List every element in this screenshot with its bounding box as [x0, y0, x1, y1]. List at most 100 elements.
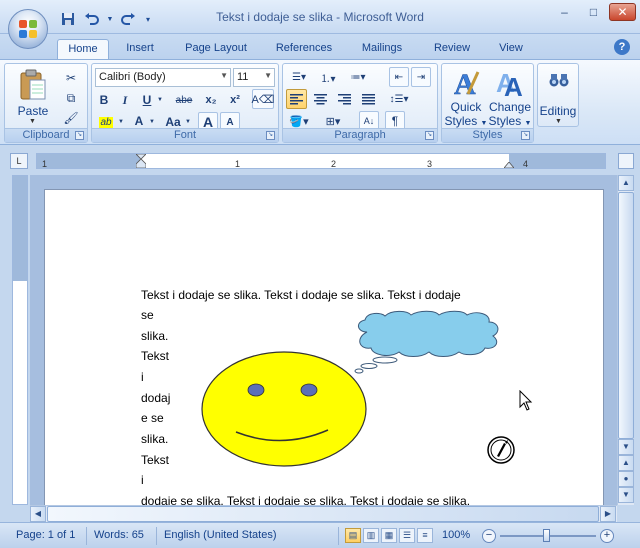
increase-indent-icon[interactable]: ⇥	[411, 67, 431, 87]
indent-marker-icon[interactable]	[136, 154, 146, 168]
underline-dropdown-icon[interactable]: ▼	[156, 90, 164, 110]
svg-text:A: A	[504, 72, 523, 98]
horizontal-scroll-thumb[interactable]	[47, 506, 599, 522]
tab-insert[interactable]: Insert	[114, 39, 166, 59]
word-count[interactable]: Words: 65	[94, 529, 144, 541]
paste-button[interactable]: Paste ▼	[15, 66, 51, 125]
ribbon-tabs: Home Insert Page Layout References Maili…	[0, 34, 640, 59]
print-layout-icon[interactable]: ▤	[345, 528, 361, 543]
font-size-combo[interactable]: 11 ▼	[233, 68, 275, 87]
font-name-value: Calibri (Body)	[99, 71, 166, 83]
right-indent-marker-icon[interactable]	[504, 162, 514, 168]
tab-page-layout[interactable]: Page Layout	[176, 39, 256, 59]
doc-text-line[interactable]: i	[141, 370, 144, 384]
doc-text-line[interactable]: dodaje se slika. Tekst i dodaje se slika…	[141, 494, 470, 505]
previous-page-icon[interactable]: ▲	[618, 455, 634, 471]
binoculars-icon	[549, 74, 569, 87]
minimize-button[interactable]: –	[551, 3, 578, 21]
horizontal-ruler[interactable]: 1 1 2 3 4	[36, 153, 606, 169]
numbering-icon[interactable]: ⒈▾	[315, 67, 341, 87]
doc-text-line[interactable]: Tekst	[141, 453, 169, 467]
styles-launcher-icon[interactable]: ↘	[521, 131, 530, 140]
doc-text-line[interactable]: slika.	[141, 432, 168, 446]
justify-icon[interactable]	[358, 89, 379, 109]
bold-button[interactable]: B	[95, 90, 113, 110]
clipboard-launcher-icon[interactable]: ↘	[75, 131, 84, 140]
chevron-down-icon: ▼	[480, 120, 488, 127]
quick-styles-button[interactable]: A Quick Styles ▼	[444, 66, 488, 128]
thought-cloud-shape[interactable]	[351, 310, 511, 375]
align-left-icon[interactable]	[286, 89, 307, 109]
change-styles-label-2: Styles ▼	[488, 114, 532, 128]
page-count[interactable]: Page: 1 of 1	[16, 529, 75, 541]
zoom-slider-thumb[interactable]	[543, 529, 550, 542]
help-icon[interactable]: ?	[614, 39, 630, 55]
vertical-scroll-thumb[interactable]	[618, 192, 634, 439]
paste-dropdown-icon[interactable]: ▼	[29, 118, 36, 125]
editing-group[interactable]: Editing ▼	[537, 63, 579, 127]
align-center-icon[interactable]	[310, 89, 331, 109]
superscript-button[interactable]: x²	[224, 90, 246, 110]
zoom-level[interactable]: 100%	[442, 529, 470, 541]
title-bar: ▼ ▾ Tekst i dodaje se slika - Microsoft …	[0, 0, 640, 34]
styles-group-label: Styles	[442, 128, 533, 142]
scroll-right-icon[interactable]: ▶	[600, 506, 616, 522]
font-name-combo[interactable]: Calibri (Body) ▼	[95, 68, 231, 87]
view-ruler-icon[interactable]	[618, 153, 634, 169]
paragraph-launcher-icon[interactable]: ↘	[425, 131, 434, 140]
doc-text-line[interactable]: Tekst	[141, 349, 169, 363]
outline-icon[interactable]: ☰	[399, 528, 415, 543]
tab-view[interactable]: View	[490, 39, 532, 59]
vertical-scrollbar[interactable]: ▲ ▼ ▲ ● ▼	[617, 175, 634, 505]
zoom-out-button[interactable]: −	[482, 529, 496, 543]
web-layout-icon[interactable]: ▦	[381, 528, 397, 543]
smiley-face-shape[interactable]	[200, 350, 370, 470]
maximize-button[interactable]: □	[580, 3, 607, 21]
strikethrough-button[interactable]: abe	[172, 90, 196, 110]
draft-icon[interactable]: ≡	[417, 528, 433, 543]
scroll-up-icon[interactable]: ▲	[618, 175, 634, 191]
horizontal-scrollbar[interactable]: ◀ ▶	[30, 505, 617, 522]
next-page-icon[interactable]: ▼	[618, 487, 634, 503]
close-button[interactable]: ✕	[609, 3, 636, 21]
tab-home[interactable]: Home	[57, 39, 109, 59]
doc-text-line[interactable]: i	[141, 473, 144, 487]
underline-button[interactable]: U	[138, 90, 156, 110]
bullets-icon[interactable]: ☰▾	[286, 67, 312, 87]
doc-text-line[interactable]: e se	[141, 411, 164, 425]
copy-icon[interactable]: ⧉	[61, 88, 81, 108]
doc-text-line[interactable]: slika.	[141, 329, 168, 343]
scroll-left-icon[interactable]: ◀	[30, 506, 46, 522]
doc-text-line[interactable]: se	[141, 308, 154, 322]
tab-selector[interactable]: L	[10, 153, 28, 169]
zoom-in-button[interactable]: +	[600, 529, 614, 543]
align-right-icon[interactable]	[334, 89, 355, 109]
clear-formatting-icon[interactable]: A⌫	[252, 89, 274, 109]
vertical-ruler[interactable]	[12, 175, 28, 505]
tab-references[interactable]: References	[268, 39, 340, 59]
office-button[interactable]	[8, 9, 48, 49]
tab-mailings[interactable]: Mailings	[352, 39, 412, 59]
doc-text-line[interactable]: Tekst i dodaje se slika. Tekst i dodaje …	[141, 288, 461, 302]
line-spacing-icon[interactable]: ↕☰▾	[385, 89, 413, 109]
doc-text-line[interactable]: dodaj	[141, 391, 170, 405]
subscript-button[interactable]: x₂	[200, 90, 222, 110]
language-status[interactable]: English (United States)	[164, 529, 277, 541]
scroll-down-icon[interactable]: ▼	[618, 439, 634, 455]
decrease-indent-icon[interactable]: ⇤	[389, 67, 409, 87]
full-screen-reading-icon[interactable]: ▥	[363, 528, 379, 543]
document-page[interactable]: Tekst i dodaje se slika. Tekst i dodaje …	[44, 189, 604, 505]
change-styles-button[interactable]: A A Change Styles ▼	[488, 66, 532, 128]
italic-button[interactable]: I	[116, 90, 134, 110]
tab-review[interactable]: Review	[424, 39, 480, 59]
office-logo-icon	[19, 20, 37, 38]
ruler-margin-left	[37, 154, 140, 168]
status-separator	[86, 527, 87, 545]
cut-icon[interactable]: ✂	[61, 68, 81, 88]
font-size-value: 11	[237, 71, 249, 83]
editing-label: Editing	[539, 104, 577, 118]
browse-object-icon[interactable]: ●	[618, 471, 634, 487]
multilevel-list-icon[interactable]: ≔▾	[345, 67, 371, 87]
format-painter-icon[interactable]: 🖌	[61, 108, 81, 128]
font-launcher-icon[interactable]: ↘	[266, 131, 275, 140]
